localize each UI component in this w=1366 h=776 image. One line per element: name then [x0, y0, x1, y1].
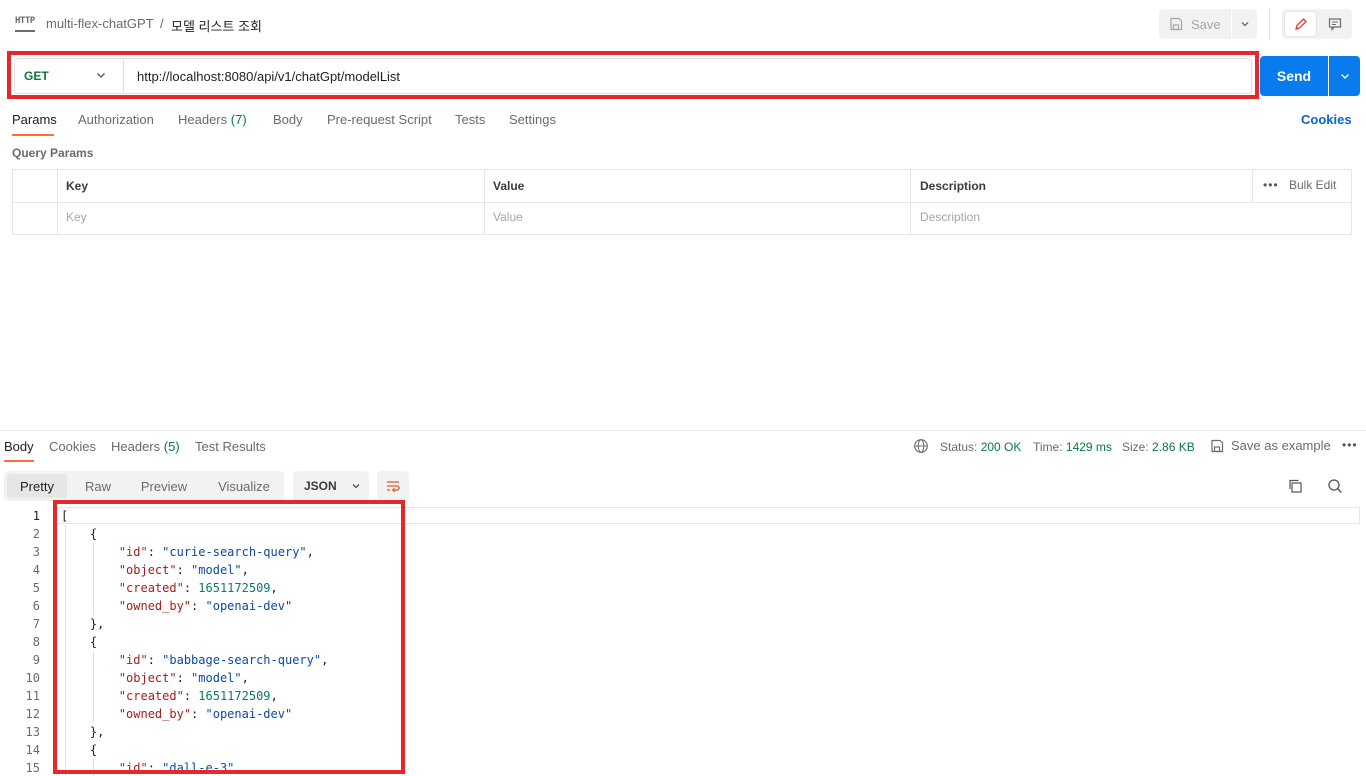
request-header: HTTP multi-flex-chatGPT / 모델 리스트 조회 Save	[0, 0, 1366, 48]
time-label: Time:	[1033, 440, 1063, 454]
line-number: 2	[32, 527, 40, 541]
save-label: Save	[1191, 16, 1221, 32]
size-label: Size:	[1122, 440, 1149, 454]
send-label: Send	[1276, 68, 1312, 84]
breadcrumb-collection[interactable]: multi-flex-chatGPT	[46, 16, 154, 31]
line-number: 7	[32, 617, 40, 631]
view-raw-button[interactable]: Raw	[70, 474, 126, 498]
line-number: 12	[25, 707, 40, 721]
bulk-edit-button[interactable]: Bulk Edit	[1289, 178, 1336, 192]
pencil-icon	[1294, 18, 1307, 30]
time-value[interactable]: 1429 ms	[1066, 440, 1112, 454]
active-tab-indicator	[4, 460, 34, 462]
save-icon	[1170, 17, 1183, 31]
view-preview-button[interactable]: Preview	[130, 474, 198, 498]
active-tab-indicator	[12, 134, 54, 136]
highlight-box	[53, 500, 405, 774]
status-value[interactable]: 200 OK	[981, 440, 1022, 454]
status-label: Status:	[940, 440, 978, 454]
view-pretty-button[interactable]: Pretty	[7, 474, 67, 498]
format-label: JSON	[304, 479, 337, 493]
line-number: 5	[32, 581, 40, 595]
line-number: 13	[25, 725, 40, 739]
send-button[interactable]: Send	[1260, 56, 1328, 96]
comment-icon	[1328, 18, 1341, 31]
chevron-down-icon	[1340, 74, 1349, 79]
status-indicator: Status: 200 OK	[940, 440, 1021, 454]
value-column-header: Value	[493, 179, 525, 193]
divider	[1269, 8, 1270, 40]
globe-icon[interactable]	[913, 438, 929, 454]
response-tab-test-results[interactable]: Test Results	[195, 439, 266, 454]
tab-settings[interactable]: Settings	[509, 112, 556, 127]
size-value[interactable]: 2.86 KB	[1152, 440, 1195, 454]
line-number: 4	[32, 563, 40, 577]
key-column-header: Key	[66, 179, 89, 193]
tab-headers[interactable]: Headers (7)	[178, 112, 247, 127]
query-params-title: Query Params	[12, 146, 94, 160]
highlight-box	[7, 51, 1259, 99]
more-options-icon[interactable]: •••	[1263, 178, 1279, 192]
http-icon: HTTP	[15, 14, 35, 32]
line-number: 14	[25, 743, 40, 757]
save-icon	[1211, 439, 1224, 452]
copy-icon[interactable]	[1287, 478, 1303, 494]
save-as-example-label: Save as example	[1231, 438, 1331, 453]
query-params-table: Key Value Description ••• Bulk Edit Key …	[12, 169, 1352, 235]
wrap-lines-icon	[387, 481, 400, 493]
send-dropdown-button[interactable]	[1329, 56, 1360, 96]
line-number: 6	[32, 599, 40, 613]
size-indicator: Size: 2.86 KB	[1122, 440, 1195, 454]
description-column-header: Description	[920, 179, 987, 193]
key-input[interactable]: Key	[66, 210, 87, 224]
tab-prerequest-script[interactable]: Pre-request Script	[327, 112, 432, 127]
divider	[13, 202, 1351, 203]
wrap-lines-button[interactable]	[377, 471, 409, 501]
line-number: 8	[32, 635, 40, 649]
more-options-icon[interactable]: •••	[1342, 438, 1358, 452]
response-tab-headers-label: Headers	[111, 439, 161, 454]
search-icon[interactable]	[1327, 478, 1343, 494]
response-tab-headers[interactable]: Headers (5)	[111, 439, 180, 454]
format-select[interactable]: JSON	[293, 471, 369, 501]
value-input[interactable]: Value	[493, 210, 523, 224]
tab-headers-label: Headers	[178, 112, 228, 127]
view-visualize-button[interactable]: Visualize	[204, 474, 284, 498]
line-number: 10	[25, 671, 40, 685]
save-as-example-button[interactable]: Save as example	[1210, 438, 1331, 453]
tab-params[interactable]: Params	[12, 112, 57, 127]
cookies-link[interactable]: Cookies	[1301, 112, 1352, 127]
tab-body[interactable]: Body	[273, 112, 303, 127]
chevron-down-icon	[352, 484, 360, 489]
comment-mode-button[interactable]	[1319, 11, 1350, 37]
tab-headers-count: (7)	[230, 112, 247, 127]
chevron-down-icon	[1241, 22, 1248, 27]
response-tab-body[interactable]: Body	[4, 439, 34, 454]
line-number: 9	[32, 653, 40, 667]
breadcrumb-separator: /	[160, 16, 164, 31]
save-button[interactable]: Save	[1159, 9, 1231, 39]
save-dropdown-button[interactable]	[1232, 9, 1257, 39]
time-indicator: Time: 1429 ms	[1033, 440, 1112, 454]
line-number: 1	[32, 509, 40, 523]
breadcrumb-request-name[interactable]: 모델 리스트 조회	[171, 16, 262, 35]
tab-authorization[interactable]: Authorization	[78, 112, 154, 127]
response-tab-cookies[interactable]: Cookies	[49, 439, 96, 454]
response-tab-headers-count: (5)	[163, 439, 180, 454]
view-mode-group: Pretty Raw Preview Visualize	[4, 471, 284, 501]
divider	[0, 430, 1366, 431]
divider	[1252, 170, 1253, 202]
tab-tests[interactable]: Tests	[455, 112, 485, 127]
line-number: 3	[32, 545, 40, 559]
mode-toggle	[1282, 9, 1352, 39]
description-input[interactable]: Description	[920, 210, 980, 224]
line-number: 15	[25, 761, 40, 775]
edit-mode-button[interactable]	[1284, 11, 1317, 37]
line-number: 11	[25, 689, 40, 703]
